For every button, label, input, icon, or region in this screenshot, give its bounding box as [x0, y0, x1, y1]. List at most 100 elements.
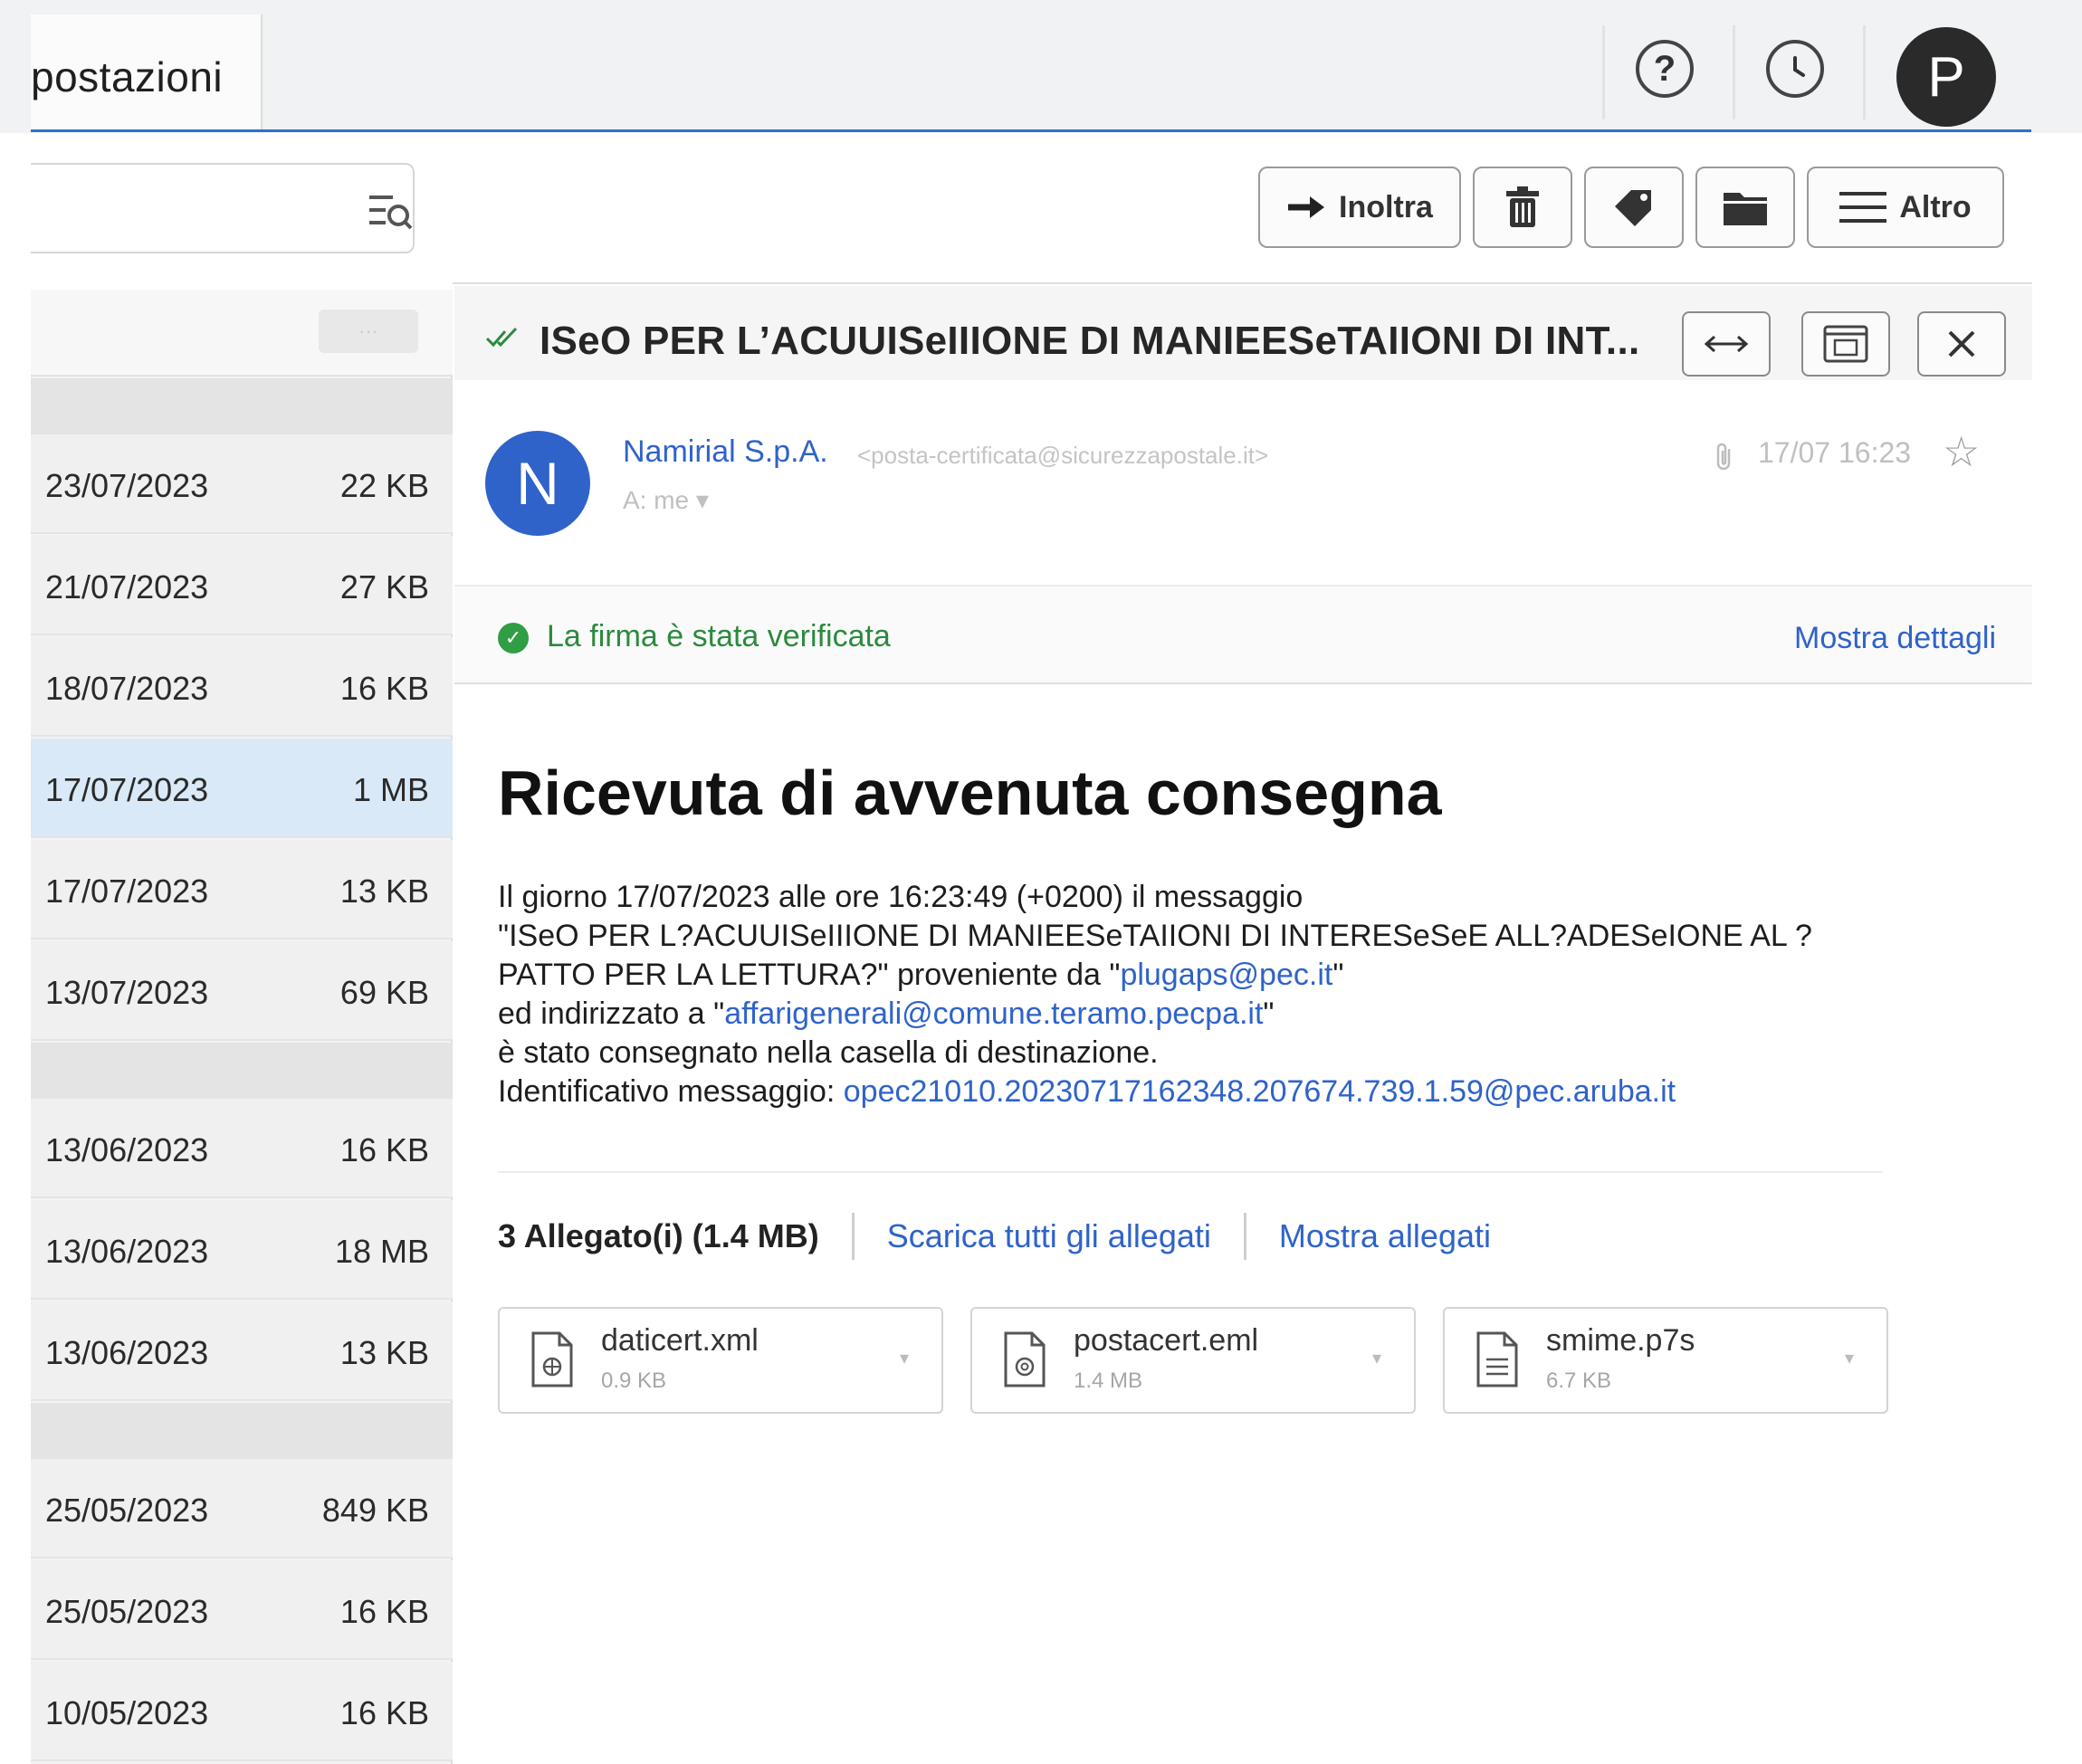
attachment-card[interactable]: postacert.eml 1.4 MB ▾ [970, 1307, 1416, 1414]
list-item[interactable]: 13/07/2023 69 KB [31, 941, 453, 1041]
tag-button[interactable] [1584, 167, 1684, 248]
close-icon[interactable] [1917, 311, 2006, 377]
more-button[interactable]: Altro [1807, 167, 2004, 248]
delete-button[interactable] [1473, 167, 1572, 248]
top-bar: postazioni ? P [0, 0, 2082, 133]
attachment-size: 0.9 KB [601, 1368, 667, 1393]
recipient-toggle[interactable]: A: me ▾ [623, 485, 709, 515]
message-body: Il giorno 17/07/2023 alle ore 16:23:49 (… [498, 878, 1964, 1111]
message-size: 16 KB [339, 1593, 429, 1630]
signature-status: La firma è stata verificata [547, 619, 891, 653]
message-date: 13/07/2023 [45, 974, 209, 1011]
message-size: 13 KB [339, 1334, 429, 1371]
folder-icon [1724, 193, 1767, 225]
help-icon[interactable]: ? [1636, 40, 1694, 98]
move-folder-button[interactable] [1695, 167, 1795, 248]
list-item[interactable]: 17/07/2023 13 KB [31, 840, 453, 939]
chevron-down-icon[interactable]: ▾ [1372, 1347, 1381, 1369]
message-size: 18 MB [334, 1233, 429, 1270]
arrow-right-icon [1288, 196, 1325, 218]
message-date: 23/07/2023 [45, 467, 209, 504]
recipient-address-link[interactable]: affarigenerali@comune.teramo.pecpa.it [724, 996, 1263, 1031]
message-size: 22 KB [339, 467, 429, 504]
attachment-size: 6.7 KB [1546, 1368, 1612, 1393]
list-item[interactable]: 25/05/2023 849 KB [31, 1459, 453, 1559]
file-text-icon [1476, 1331, 1518, 1387]
message-size: 13 KB [339, 872, 429, 910]
divider [1602, 25, 1605, 119]
message-date: 13/06/2023 [45, 1334, 209, 1371]
message-date: 21/07/2023 [45, 568, 209, 605]
popout-button[interactable] [1801, 311, 1890, 377]
chevron-down-icon[interactable]: ▾ [1845, 1347, 1854, 1369]
message-id-link[interactable]: opec21010.20230717162348.207674.739.1.59… [844, 1074, 1676, 1109]
message-size: 16 KB [339, 670, 429, 707]
list-item[interactable]: 21/07/2023 27 KB [31, 536, 453, 635]
body-text: " [1263, 996, 1275, 1031]
message-list: ··· 23/07/2023 22 KB 21/07/2023 27 KB 18… [31, 290, 476, 1764]
divider [1243, 1213, 1246, 1260]
date-group-header [31, 378, 453, 434]
body-line: è stato consegnato nella casella di dest… [498, 1035, 1159, 1070]
list-item-selected[interactable]: 17/07/2023 1 MB [31, 739, 453, 838]
message-size: 16 KB [339, 1694, 429, 1731]
list-item[interactable]: 13/06/2023 13 KB [31, 1302, 453, 1401]
sender-name[interactable]: Namirial S.p.A. [623, 434, 828, 470]
download-all-link[interactable]: Scarica tutti gli allegati [887, 1217, 1211, 1255]
file-email-icon [1004, 1331, 1046, 1387]
file-xml-icon [531, 1331, 573, 1387]
attachment-card[interactable]: smime.p7s 6.7 KB ▾ [1443, 1307, 1888, 1414]
divider [1863, 25, 1866, 119]
message-date: 13/06/2023 [45, 1131, 209, 1168]
attachment-name: daticert.xml [601, 1323, 759, 1358]
list-item[interactable]: 10/05/2023 16 KB [31, 1662, 453, 1761]
search-input[interactable] [31, 183, 311, 235]
attachment-card[interactable]: daticert.xml 0.9 KB ▾ [498, 1307, 943, 1414]
message-date: 17/07/2023 [45, 771, 209, 808]
message-subject: ISeO PER L’ACUUISeIIIONE DI MANIEESeTAII… [540, 319, 1640, 363]
show-attachments-link[interactable]: Mostra allegati [1279, 1217, 1491, 1255]
attachment-name: smime.p7s [1546, 1323, 1695, 1358]
body-line: PATTO PER LA LETTURA?" proveniente da "p… [498, 956, 1964, 995]
paperclip-icon [1716, 443, 1731, 471]
list-item[interactable]: 18/07/2023 16 KB [31, 637, 453, 737]
message-date: 17/07 16:23 [1758, 436, 1912, 469]
avatar[interactable]: P [1896, 27, 1996, 127]
history-icon[interactable] [1766, 40, 1824, 98]
filter-search-icon[interactable] [366, 190, 415, 234]
date-group-header [31, 1043, 453, 1099]
tab-settings[interactable]: postazioni [31, 14, 263, 129]
show-details-link[interactable]: Mostra dettagli [1794, 621, 1996, 656]
list-item[interactable]: 23/07/2023 22 KB [31, 434, 453, 534]
star-icon[interactable]: ☆ [1943, 431, 1980, 472]
chevron-down-icon[interactable]: ▾ [900, 1347, 909, 1369]
list-item[interactable]: 13/06/2023 16 KB [31, 1099, 453, 1198]
check-circle-icon: ✓ [498, 623, 529, 653]
message-size: 69 KB [339, 974, 429, 1011]
message-size: 849 KB [321, 1492, 429, 1529]
avatar-initial: P [1927, 45, 1965, 109]
attachments-header: 3 Allegato(i) (1.4 MB) Scarica tutti gli… [498, 1211, 1491, 1262]
message-date: 10/05/2023 [45, 1694, 209, 1731]
list-item[interactable]: 13/06/2023 18 MB [31, 1200, 453, 1300]
tag-icon [1615, 190, 1651, 226]
body-text: Identificativo messaggio: [498, 1074, 844, 1109]
message-date: 17/07/2023 [45, 872, 209, 910]
divider [498, 1171, 1883, 1173]
double-check-icon [485, 327, 518, 348]
body-title: Ricevuta di avvenuta consegna [498, 758, 1442, 828]
divider [851, 1213, 855, 1260]
help-label: ? [1653, 48, 1676, 89]
divider [1733, 25, 1735, 119]
sort-control[interactable]: ··· [319, 310, 418, 353]
reading-pane: ISeO PER L’ACUUISeIIIONE DI MANIEESeTAII… [454, 286, 2032, 1764]
popout-window-icon [1823, 325, 1868, 363]
sender-address-link[interactable]: plugaps@pec.it [1120, 958, 1332, 992]
list-item[interactable]: 25/05/2023 16 KB [31, 1560, 453, 1660]
body-line: ed indirizzato a "affarigenerali@comune.… [498, 995, 1964, 1034]
message-date: 25/05/2023 [45, 1492, 209, 1529]
message-date: 13/06/2023 [45, 1233, 209, 1270]
expand-button[interactable] [1682, 311, 1771, 377]
subject-bar: ISeO PER L’ACUUISeIIIONE DI MANIEESeTAII… [454, 286, 2032, 380]
forward-button[interactable]: Inoltra [1258, 167, 1461, 248]
